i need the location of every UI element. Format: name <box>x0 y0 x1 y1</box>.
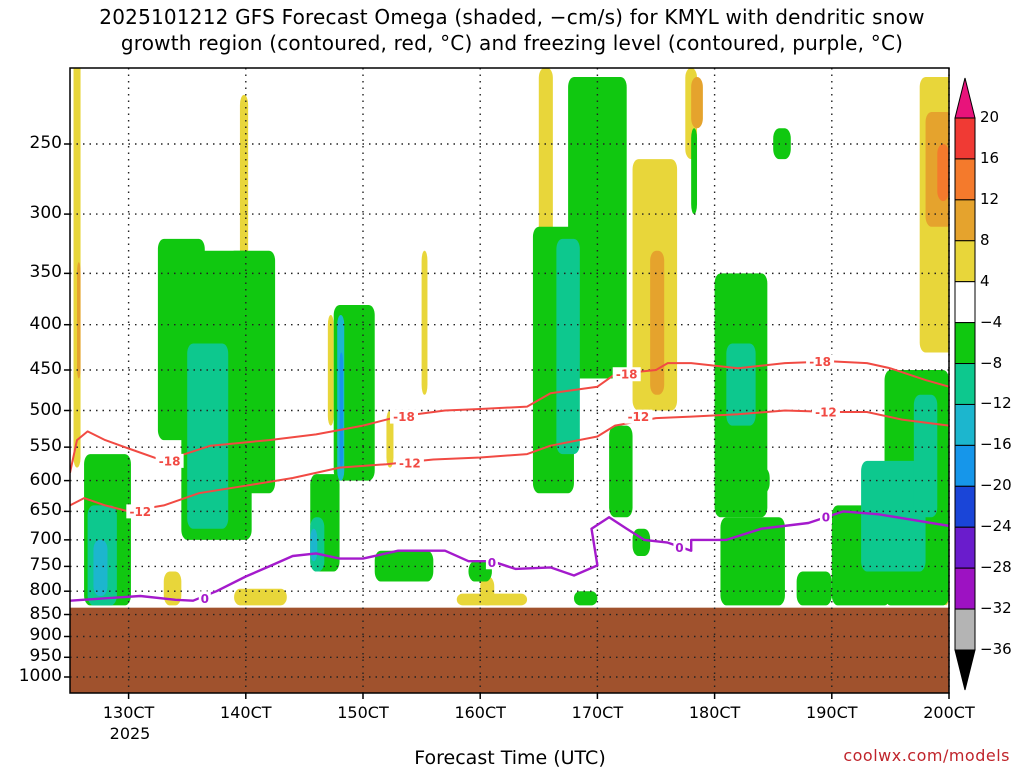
colorbar-bin-12 <box>954 567 976 610</box>
colorbar-label-5: −4 <box>980 312 1003 331</box>
omega-region-teal-46 <box>556 238 580 455</box>
x-tick-label-140CT: 140CT <box>220 703 272 722</box>
omega-region-gold-20 <box>77 262 81 379</box>
forecast-chart: -18 -18 -18 -18 -12 -12 -12 -12 0 0 0 0 <box>64 67 976 699</box>
contour-label--18-3: -18 <box>809 355 831 369</box>
colorbar-bin-13 <box>954 608 976 651</box>
colorbar-bin-8 <box>954 403 976 446</box>
y-tick-label-900: 900 <box>29 625 62 646</box>
colorbar-bin-6 <box>954 322 976 365</box>
omega-region-yellow-7 <box>421 250 428 395</box>
contour-label--12-2: -12 <box>628 410 650 424</box>
x-tick-label-190CT: 190CT <box>806 703 858 722</box>
colorbar-label-8: −16 <box>980 435 1012 454</box>
contour-label--12-0: -12 <box>129 505 151 519</box>
omega-region-cyan-51 <box>310 528 318 562</box>
colorbar-bin-2 <box>954 158 976 201</box>
y-tick-label-800: 800 <box>29 580 62 601</box>
y-tick-label-650: 650 <box>29 500 62 521</box>
terrain-block <box>70 607 949 693</box>
contour-label--18-0: -18 <box>159 454 181 468</box>
y-tick-label-950: 950 <box>29 646 62 667</box>
omega-region-teal-44 <box>187 343 229 529</box>
omega-region-green-38 <box>773 128 791 160</box>
y-tick-label-750: 750 <box>29 555 62 576</box>
x-tick-label-200CT: 200CT <box>923 703 975 722</box>
colorbar-label-0: 20 <box>980 108 1000 126</box>
omega-region-green-28 <box>374 550 434 582</box>
x-tick-label-150CT: 150CT <box>337 703 389 722</box>
contour-label--18-2: -18 <box>616 368 638 382</box>
colorbar-label-4: 4 <box>980 271 990 290</box>
omega-region-gold-18 <box>691 76 703 129</box>
colorbar-bin-7 <box>954 363 976 405</box>
credit-link[interactable]: coolwx.com/models <box>843 746 1010 765</box>
omega-region-orange-21 <box>937 144 949 202</box>
contour-label-0-1: 0 <box>488 556 496 570</box>
contour-label-0-3: 0 <box>822 511 830 525</box>
x-tick-label-130CT: 130CT <box>102 703 155 722</box>
colorbar-bin-9 <box>954 444 976 487</box>
y-tick-label-250: 250 <box>29 133 62 153</box>
omega-region-blue-53 <box>339 352 344 468</box>
omega-region-green-35 <box>691 128 698 215</box>
colorbar-bin-11 <box>954 526 976 569</box>
colorbar-label-2: 12 <box>980 189 1000 208</box>
terrain-mask <box>70 607 949 693</box>
x-tick-label-160CT: 160CT <box>454 703 506 722</box>
colorbar-label-1: 16 <box>980 148 1000 167</box>
colorbar-bin-5 <box>954 281 976 324</box>
colorbar-label-3: 8 <box>980 230 990 249</box>
colorbar-bin-3 <box>954 199 976 242</box>
y-tick-label-450: 450 <box>29 358 62 379</box>
omega-region-gold-17 <box>650 250 665 395</box>
colorbar-bin-10 <box>954 485 976 528</box>
contour-label-0-2: 0 <box>675 541 683 555</box>
y-tick-label-350: 350 <box>29 262 62 283</box>
y-tick-label-700: 700 <box>29 528 62 549</box>
chart-title-line-1: 2025101212 GFS Forecast Omega (shaded, −… <box>99 5 925 29</box>
x-tick-label-180CT: 180CT <box>688 703 741 722</box>
omega-region-cyan-50 <box>93 539 108 596</box>
y-tick-label-500: 500 <box>29 399 62 420</box>
omega-region-green-33 <box>609 425 633 518</box>
colorbar-label-11: −28 <box>980 558 1012 577</box>
colorbar-bin-1 <box>954 117 976 160</box>
contour-label--18-1: -18 <box>393 410 415 424</box>
y-tick-label-1000: 1000 <box>18 666 62 686</box>
colorbar-label-12: −32 <box>980 599 1012 618</box>
colorbar-label-9: −20 <box>980 476 1012 495</box>
x-tick-label-170CT: 170CT <box>571 703 624 722</box>
omega-region-yellow-0 <box>73 68 81 468</box>
contour-label-0-0: 0 <box>201 592 209 606</box>
omega-region-teal-49 <box>913 394 938 518</box>
colorbar-label-6: −8 <box>980 353 1003 372</box>
colorbar-bin-4 <box>954 240 976 283</box>
y-tick-label-850: 850 <box>29 603 62 624</box>
omega-region-green-32 <box>573 591 598 606</box>
colorbar-label-13: −36 <box>980 640 1012 658</box>
y-tick-label-400: 400 <box>29 313 62 334</box>
colorbar-top-arrow <box>954 77 976 119</box>
contour-label--12-3: -12 <box>815 406 837 420</box>
y-tick-label-600: 600 <box>29 469 62 490</box>
omega-region-green-39 <box>796 571 832 606</box>
y-tick-label-300: 300 <box>29 203 62 224</box>
year-label: 2025 <box>109 724 151 743</box>
chart-title-line-2: growth region (contoured, red, °C) and f… <box>120 31 904 55</box>
x-axis-title: Forecast Time (UTC) <box>414 747 606 769</box>
colorbar-label-7: −12 <box>980 394 1012 413</box>
colorbar-bottom-arrow <box>954 649 976 691</box>
omega-region-green-42 <box>755 467 770 494</box>
omega-region-green-25 <box>228 250 276 494</box>
y-tick-label-550: 550 <box>29 436 62 457</box>
omega-region-yellow-1 <box>239 94 249 274</box>
colorbar-label-10: −24 <box>980 517 1012 536</box>
contour-label--12-1: -12 <box>399 456 421 470</box>
colorbar <box>954 77 976 691</box>
